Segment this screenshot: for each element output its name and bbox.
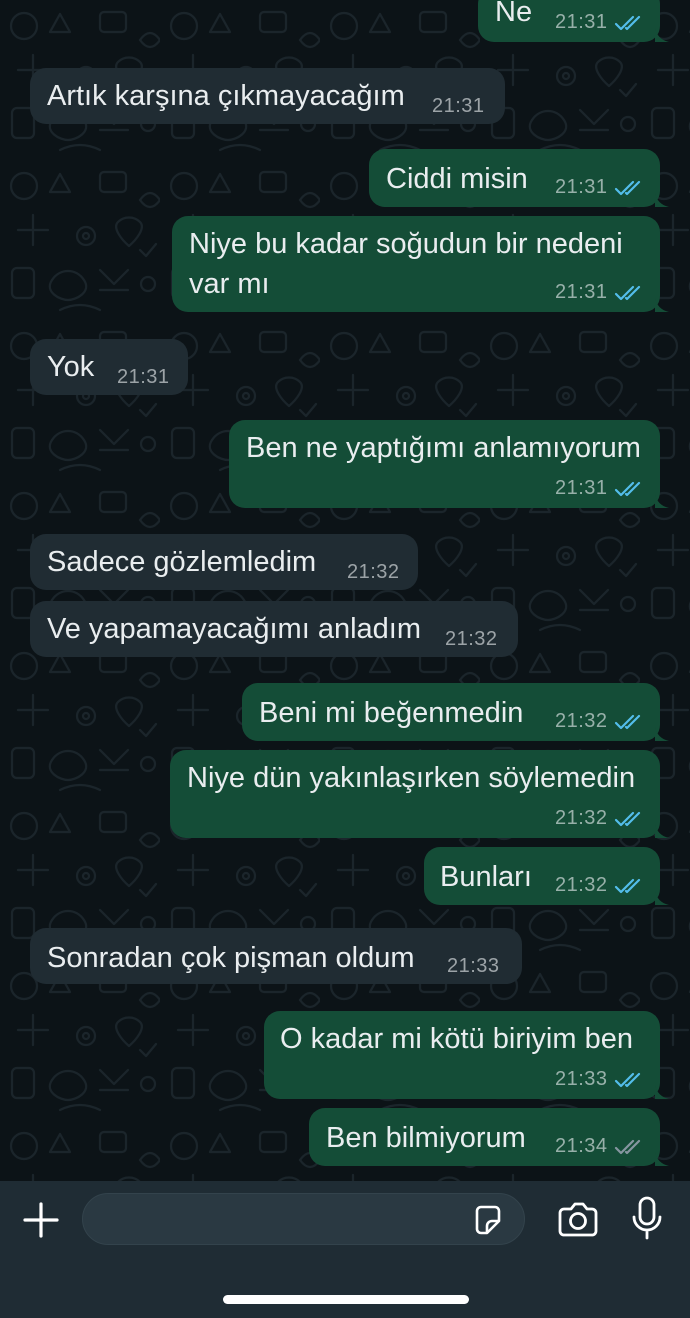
outgoing-message[interactable]: Bunları 21:32 bbox=[424, 847, 669, 905]
read-receipt-icon bbox=[614, 714, 640, 730]
message-text: Ne bbox=[495, 0, 533, 28]
message-text: Artık karşına çıkmayacağım bbox=[47, 80, 405, 112]
message-meta: 21:31 bbox=[555, 10, 642, 34]
bubble-tail bbox=[655, 298, 669, 312]
outgoing-message[interactable]: O kadar mi kötü biriyim ben 21:33 bbox=[264, 1011, 669, 1099]
chat-area[interactable]: Ne 21:31 Artık karşına çıkmayacağım 21:31 Ci… bbox=[0, 0, 690, 1181]
outgoing-message[interactable]: Beni mi beğenmedin 21:32 bbox=[242, 683, 669, 741]
read-receipt-icon bbox=[614, 878, 640, 894]
bubble-tail bbox=[655, 1085, 669, 1099]
message-meta: 21:33 bbox=[447, 954, 500, 978]
message-text: Ve yapamayacağımı anladım bbox=[47, 613, 421, 645]
message-time: 21:32 bbox=[555, 710, 608, 732]
message-time: 21:33 bbox=[447, 955, 500, 977]
message-time: 21:32 bbox=[445, 628, 498, 650]
message-text: Niye dün yakınlaşırken söylemedin bbox=[187, 762, 636, 794]
message-time: 21:31 bbox=[555, 11, 608, 33]
outgoing-message[interactable]: Niye bu kadar soğudun bir nedeni var mı 2… bbox=[172, 216, 669, 312]
message-meta: 21:31 bbox=[555, 280, 642, 304]
message-meta: 21:32 bbox=[445, 627, 498, 651]
message-text: Beni mi beğenmedin bbox=[259, 697, 524, 729]
message-time: 21:31 bbox=[555, 477, 608, 499]
message-time: 21:32 bbox=[555, 807, 608, 829]
message-time: 21:32 bbox=[347, 561, 400, 583]
outgoing-message[interactable]: Niye dün yakınlaşırken söylemedin 21:32 bbox=[170, 750, 669, 838]
message-text: Ciddi misin bbox=[386, 163, 528, 195]
message-time: 21:31 bbox=[555, 176, 608, 198]
microphone-icon[interactable] bbox=[630, 1195, 664, 1241]
message-meta: 21:31 bbox=[555, 175, 642, 199]
bubble-tail bbox=[655, 824, 669, 838]
message-meta: 21:32 bbox=[555, 709, 642, 733]
message-meta: 21:31 bbox=[117, 365, 170, 389]
message-meta: 21:34 bbox=[555, 1134, 642, 1158]
plus-icon[interactable] bbox=[22, 1201, 60, 1239]
bubble-tail bbox=[655, 727, 669, 741]
read-receipt-icon bbox=[614, 481, 640, 497]
message-text: Ben bilmiyorum bbox=[326, 1122, 526, 1154]
read-receipt-icon bbox=[614, 1072, 640, 1088]
message-text: Ben ne yaptığımı anlamıyorum bbox=[246, 432, 641, 464]
message-time: 21:33 bbox=[555, 1068, 608, 1090]
incoming-message[interactable]: Yok 21:31 bbox=[30, 339, 188, 395]
incoming-message[interactable]: Ve yapamayacağımı anladım 21:32 bbox=[30, 601, 518, 657]
delivered-receipt-icon bbox=[614, 1139, 640, 1155]
sticker-icon[interactable] bbox=[471, 1203, 505, 1237]
message-time: 21:34 bbox=[555, 1135, 608, 1157]
message-meta: 21:31 bbox=[555, 476, 642, 500]
outgoing-message[interactable]: Ben ne yaptığımı anlamıyorum 21:31 bbox=[229, 420, 669, 508]
message-time: 21:32 bbox=[555, 874, 608, 896]
message-meta: 21:33 bbox=[555, 1067, 642, 1091]
outgoing-message[interactable]: Ciddi misin 21:31 bbox=[369, 149, 669, 207]
read-receipt-icon bbox=[614, 811, 640, 827]
read-receipt-icon bbox=[614, 285, 640, 301]
message-composer bbox=[0, 1181, 690, 1318]
message-input[interactable] bbox=[82, 1193, 525, 1245]
bubble-tail bbox=[655, 494, 669, 508]
camera-icon[interactable] bbox=[556, 1201, 600, 1239]
message-meta: 21:32 bbox=[555, 873, 642, 897]
incoming-message[interactable]: Sonradan çok pişman oldum 21:33 bbox=[30, 928, 522, 984]
bubble-tail bbox=[655, 1152, 669, 1166]
incoming-message[interactable]: Sadece gözlemledim 21:32 bbox=[30, 534, 418, 590]
message-text: Sadece gözlemledim bbox=[47, 546, 317, 578]
home-indicator bbox=[223, 1295, 469, 1304]
message-text: Yok bbox=[47, 351, 95, 383]
message-meta: 21:32 bbox=[555, 806, 642, 830]
message-meta: 21:32 bbox=[347, 560, 400, 584]
message-meta: 21:31 bbox=[432, 94, 485, 118]
message-text: O kadar mi kötü biriyim ben bbox=[280, 1023, 633, 1055]
outgoing-message[interactable]: Ne 21:31 bbox=[478, 0, 669, 42]
message-time: 21:31 bbox=[432, 95, 485, 117]
bubble-tail bbox=[655, 193, 669, 207]
bubble-tail bbox=[655, 28, 669, 42]
outgoing-message[interactable]: Ben bilmiyorum 21:34 bbox=[309, 1108, 669, 1166]
message-time: 21:31 bbox=[555, 281, 608, 303]
incoming-message[interactable]: Artık karşına çıkmayacağım 21:31 bbox=[30, 68, 505, 124]
message-text: Bunları bbox=[440, 861, 532, 893]
read-receipt-icon bbox=[614, 180, 640, 196]
read-receipt-icon bbox=[614, 15, 640, 31]
bubble-tail bbox=[655, 891, 669, 905]
message-text: Sonradan çok pişman oldum bbox=[47, 942, 415, 974]
message-time: 21:31 bbox=[117, 366, 170, 388]
